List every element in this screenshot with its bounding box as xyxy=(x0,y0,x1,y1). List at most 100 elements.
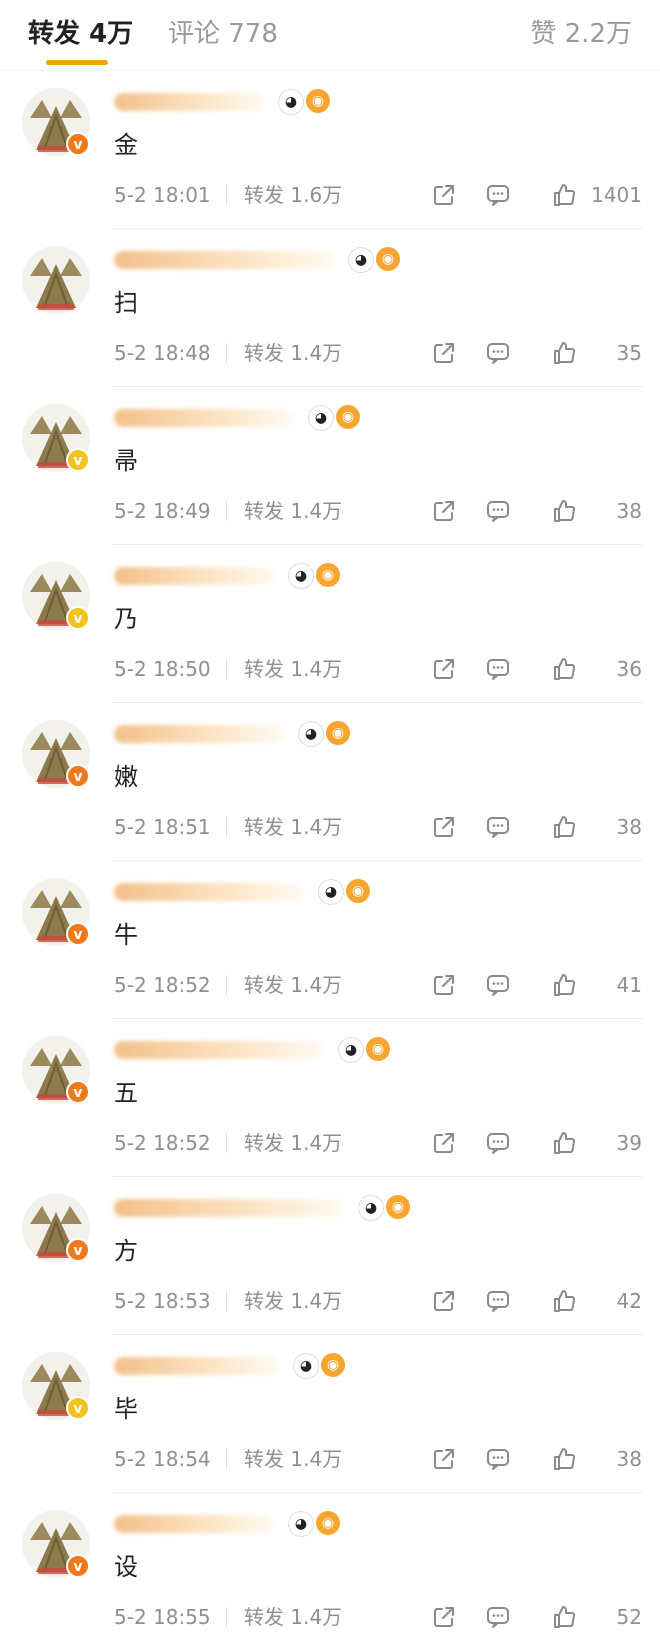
avatar[interactable]: v xyxy=(22,720,90,788)
share-icon[interactable] xyxy=(430,655,458,683)
list-item[interactable]: v ◕ ◉ 金 5-2 18:01 转发 1.6万 1401 xyxy=(0,71,660,229)
thumbs-up-icon[interactable] xyxy=(550,813,578,841)
comment-icon[interactable] xyxy=(484,971,512,999)
repost-count[interactable]: 转发 1.4万 xyxy=(244,971,342,999)
share-icon[interactable] xyxy=(430,181,458,209)
repost-count[interactable]: 转发 1.4万 xyxy=(244,1445,342,1473)
share-icon[interactable] xyxy=(430,1445,458,1473)
list-item[interactable]: v ◕ ◉ 毕 5-2 18:54 转发 1.4万 38 xyxy=(0,1335,660,1493)
tab-reposts[interactable]: 转发 4万 xyxy=(28,16,133,52)
fish-icon: ◉ xyxy=(326,721,350,745)
item-meta: 5-2 18:53 转发 1.4万 42 xyxy=(114,1287,642,1315)
avatar[interactable]: v xyxy=(22,562,90,630)
comment-icon[interactable] xyxy=(484,181,512,209)
tab-comments[interactable]: 评论 778 xyxy=(168,16,278,52)
timestamp: 5-2 18:52 xyxy=(114,973,211,997)
thumbs-up-icon[interactable] xyxy=(550,1445,578,1473)
avatar[interactable]: v xyxy=(22,1194,90,1262)
repost-count[interactable]: 转发 1.4万 xyxy=(244,497,342,525)
share-icon[interactable] xyxy=(430,971,458,999)
list-item[interactable]: ◕ ◉ 扫 5-2 18:48 转发 1.4万 35 xyxy=(0,229,660,387)
divider xyxy=(226,501,227,521)
like-count: 38 xyxy=(616,499,642,523)
repost-count[interactable]: 转发 1.4万 xyxy=(244,1603,342,1631)
username-blurred[interactable]: ◕ ◉ xyxy=(114,405,414,431)
thumbs-up-icon[interactable] xyxy=(550,1603,578,1631)
list-item[interactable]: v ◕ ◉ 五 5-2 18:52 转发 1.4万 39 xyxy=(0,1019,660,1177)
blurred-name xyxy=(114,883,304,901)
comment-icon[interactable] xyxy=(484,1445,512,1473)
divider xyxy=(226,343,227,363)
username-blurred[interactable]: ◕ ◉ xyxy=(114,1037,414,1063)
panda-icon: ◕ xyxy=(298,721,324,747)
avatar[interactable]: v xyxy=(22,1510,90,1578)
thumbs-up-icon[interactable] xyxy=(550,1129,578,1157)
list-item[interactable]: v ◕ ◉ 乃 5-2 18:50 转发 1.4万 36 xyxy=(0,545,660,703)
thumbs-up-icon[interactable] xyxy=(550,971,578,999)
tab-bar: 转发 4万 评论 778 赞 2.2万 xyxy=(0,0,660,71)
repost-count[interactable]: 转发 1.4万 xyxy=(244,655,342,683)
avatar[interactable]: v xyxy=(22,88,90,156)
username-blurred[interactable]: ◕ ◉ xyxy=(114,879,414,905)
divider xyxy=(226,975,227,995)
tab-likes[interactable]: 赞 2.2万 xyxy=(530,16,632,52)
username-blurred[interactable]: ◕ ◉ xyxy=(114,89,414,115)
thumbs-up-icon[interactable] xyxy=(550,1287,578,1315)
comment-icon[interactable] xyxy=(484,1129,512,1157)
verified-v-icon: v xyxy=(66,606,90,630)
avatar[interactable]: v xyxy=(22,1036,90,1104)
repost-count[interactable]: 转发 1.4万 xyxy=(244,339,342,367)
share-icon[interactable] xyxy=(430,497,458,525)
list-item[interactable]: v ◕ ◉ 设 5-2 18:55 转发 1.4万 52 xyxy=(0,1493,660,1651)
like-count: 35 xyxy=(616,341,642,365)
share-icon[interactable] xyxy=(430,1603,458,1631)
panda-icon: ◕ xyxy=(338,1037,364,1063)
list-item[interactable]: v ◕ ◉ 帚 5-2 18:49 转发 1.4万 38 xyxy=(0,387,660,545)
repost-count[interactable]: 转发 1.4万 xyxy=(244,1287,342,1315)
comment-icon[interactable] xyxy=(484,1287,512,1315)
fish-icon: ◉ xyxy=(376,247,400,271)
thumbs-up-icon[interactable] xyxy=(550,655,578,683)
list-item[interactable]: v ◕ ◉ 牛 5-2 18:52 转发 1.4万 41 xyxy=(0,861,660,1019)
thumbs-up-icon[interactable] xyxy=(550,497,578,525)
panda-icon: ◕ xyxy=(293,1353,319,1379)
like-count: 38 xyxy=(616,1447,642,1471)
comment-icon[interactable] xyxy=(484,497,512,525)
thumbs-up-icon[interactable] xyxy=(550,339,578,367)
username-blurred[interactable]: ◕ ◉ xyxy=(114,563,414,589)
item-meta: 5-2 18:54 转发 1.4万 38 xyxy=(114,1445,642,1473)
share-icon[interactable] xyxy=(430,339,458,367)
avatar[interactable]: v xyxy=(22,878,90,946)
list-item[interactable]: v ◕ ◉ 嫩 5-2 18:51 转发 1.4万 38 xyxy=(0,703,660,861)
avatar[interactable]: v xyxy=(22,404,90,472)
username-blurred[interactable]: ◕ ◉ xyxy=(114,1195,414,1221)
repost-count[interactable]: 转发 1.6万 xyxy=(244,181,342,209)
comment-icon[interactable] xyxy=(484,813,512,841)
comment-text: 帚 xyxy=(114,447,138,475)
username-blurred[interactable]: ◕ ◉ xyxy=(114,247,414,273)
share-icon[interactable] xyxy=(430,1129,458,1157)
username-blurred[interactable]: ◕ ◉ xyxy=(114,721,414,747)
thumbs-up-icon[interactable] xyxy=(550,181,578,209)
blurred-name xyxy=(114,567,274,585)
divider xyxy=(226,185,227,205)
item-meta: 5-2 18:52 转发 1.4万 41 xyxy=(114,971,642,999)
comment-text: 乃 xyxy=(114,605,138,633)
list-item[interactable]: v ◕ ◉ 方 5-2 18:53 转发 1.4万 42 xyxy=(0,1177,660,1335)
repost-count[interactable]: 转发 1.4万 xyxy=(244,813,342,841)
repost-count[interactable]: 转发 1.4万 xyxy=(244,1129,342,1157)
blurred-name xyxy=(114,1041,324,1059)
verified-v-icon: v xyxy=(66,448,90,472)
username-blurred[interactable]: ◕ ◉ xyxy=(114,1511,414,1537)
share-icon[interactable] xyxy=(430,813,458,841)
comment-text: 五 xyxy=(114,1079,138,1107)
comment-icon[interactable] xyxy=(484,655,512,683)
share-icon[interactable] xyxy=(430,1287,458,1315)
comment-icon[interactable] xyxy=(484,1603,512,1631)
timestamp: 5-2 18:48 xyxy=(114,341,211,365)
avatar[interactable]: v xyxy=(22,1352,90,1420)
avatar[interactable] xyxy=(22,246,90,314)
panda-icon: ◕ xyxy=(288,563,314,589)
username-blurred[interactable]: ◕ ◉ xyxy=(114,1353,414,1379)
comment-icon[interactable] xyxy=(484,339,512,367)
